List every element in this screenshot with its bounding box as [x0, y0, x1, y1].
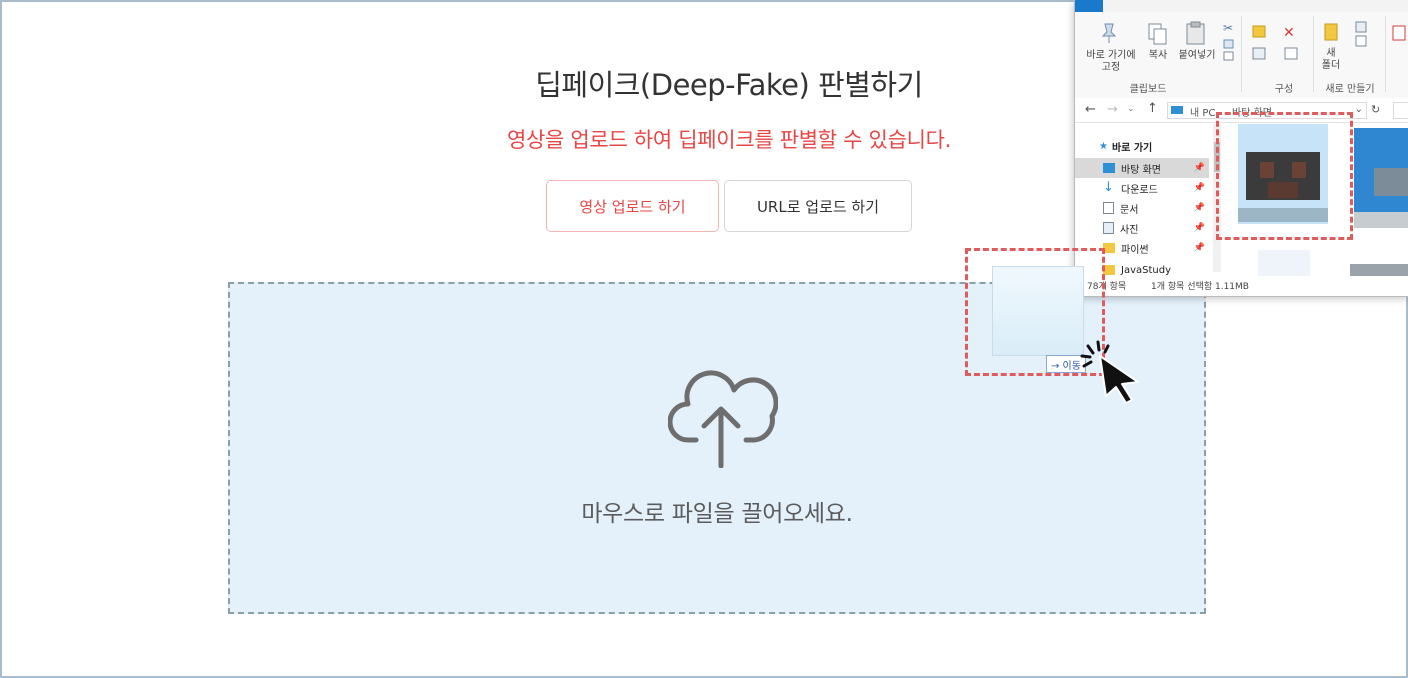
second-file-thumbnail[interactable] — [1354, 128, 1408, 228]
star-icon: ★ — [1099, 140, 1108, 152]
refresh-icon[interactable]: ↻ — [1371, 103, 1380, 116]
address-dropdown-icon[interactable]: ⌄ — [1355, 104, 1363, 115]
pin-icon: 📌 — [1193, 203, 1205, 213]
new-folder-icon — [1324, 23, 1338, 41]
clipboard-group-label: 클립보드 — [1129, 84, 1167, 95]
svg-text:✂: ✂ — [1223, 21, 1233, 35]
nav-item-pictures[interactable]: 사진 📌 — [1075, 218, 1209, 238]
dropzone-text: 마우스로 파일을 끌어오세요. — [581, 501, 853, 527]
new-folder-button[interactable]: 새 폴더 — [1319, 48, 1343, 72]
pin-icon — [1101, 23, 1117, 43]
delete-icon: ✕ — [1283, 25, 1298, 60]
copy-button[interactable]: 복사 — [1143, 50, 1173, 62]
pin-quick-access-button[interactable]: 바로 가기에 고정 — [1081, 50, 1141, 74]
copy-icon — [1148, 23, 1167, 45]
forward-arrow-icon[interactable]: → — [1107, 102, 1118, 117]
move-to-icon — [1252, 25, 1266, 60]
download-arrow-icon: ↓ — [1103, 180, 1114, 195]
organize-group-label: 구성 — [1274, 84, 1294, 95]
url-upload-button[interactable]: URL로 업로드 하기 — [724, 180, 912, 232]
document-icon — [1103, 202, 1114, 214]
pc-icon — [1171, 106, 1183, 114]
selection-info: 1개 항목 선택함 1.11MB — [1151, 282, 1249, 292]
back-arrow-icon[interactable]: ← — [1085, 102, 1096, 117]
nav-item-downloads[interactable]: ↓ 다운로드 📌 — [1075, 178, 1209, 198]
nav-item-documents[interactable]: 문서 📌 — [1075, 198, 1209, 218]
desktop-icon — [1103, 163, 1115, 173]
pin-icon: 📌 — [1193, 163, 1205, 173]
search-box[interactable] — [1393, 102, 1408, 119]
new-item-icon — [1355, 21, 1367, 47]
status-bar: 78개 항목 1개 항목 선택함 1.11MB — [1075, 276, 1408, 294]
pin-icon: 📌 — [1193, 183, 1205, 193]
new-group-label: 새로 만들기 — [1325, 84, 1375, 95]
paste-button[interactable]: 붙여넣기 — [1175, 50, 1219, 62]
pin-icon: 📌 — [1193, 243, 1205, 253]
picture-icon — [1103, 222, 1114, 234]
cut-icon: ✂ — [1223, 21, 1234, 61]
up-arrow-icon[interactable]: ↑ — [1147, 101, 1158, 116]
paste-icon — [1186, 21, 1205, 45]
svg-text:✕: ✕ — [1283, 25, 1295, 41]
properties-icon — [1392, 25, 1406, 41]
nav-item-desktop[interactable]: 바탕 화면 📌 — [1075, 158, 1209, 178]
drag-ghost-image — [992, 266, 1084, 356]
nav-item-quick-access[interactable]: ★ 바로 가기 — [1075, 136, 1209, 156]
second-file-label — [1350, 264, 1408, 276]
video-upload-button[interactable]: 영상 업로드 하기 — [546, 180, 719, 232]
ribbon: 바로 가기에 고정 복사 붙여넣기 ✂ ✕ 구성 새 폴더 클립보드 새로 만들기 — [1075, 12, 1408, 99]
file-label-placeholder — [1258, 250, 1310, 276]
address-path-pc: 내 PC — [1190, 108, 1216, 119]
mouse-cursor-icon — [1080, 340, 1139, 404]
file-tab[interactable] — [1075, 0, 1103, 12]
recent-chevron-icon[interactable]: ⌄ — [1127, 104, 1135, 114]
pin-icon: 📌 — [1193, 223, 1205, 233]
cloud-upload-icon — [668, 370, 778, 468]
selected-file-highlight — [1216, 112, 1353, 240]
